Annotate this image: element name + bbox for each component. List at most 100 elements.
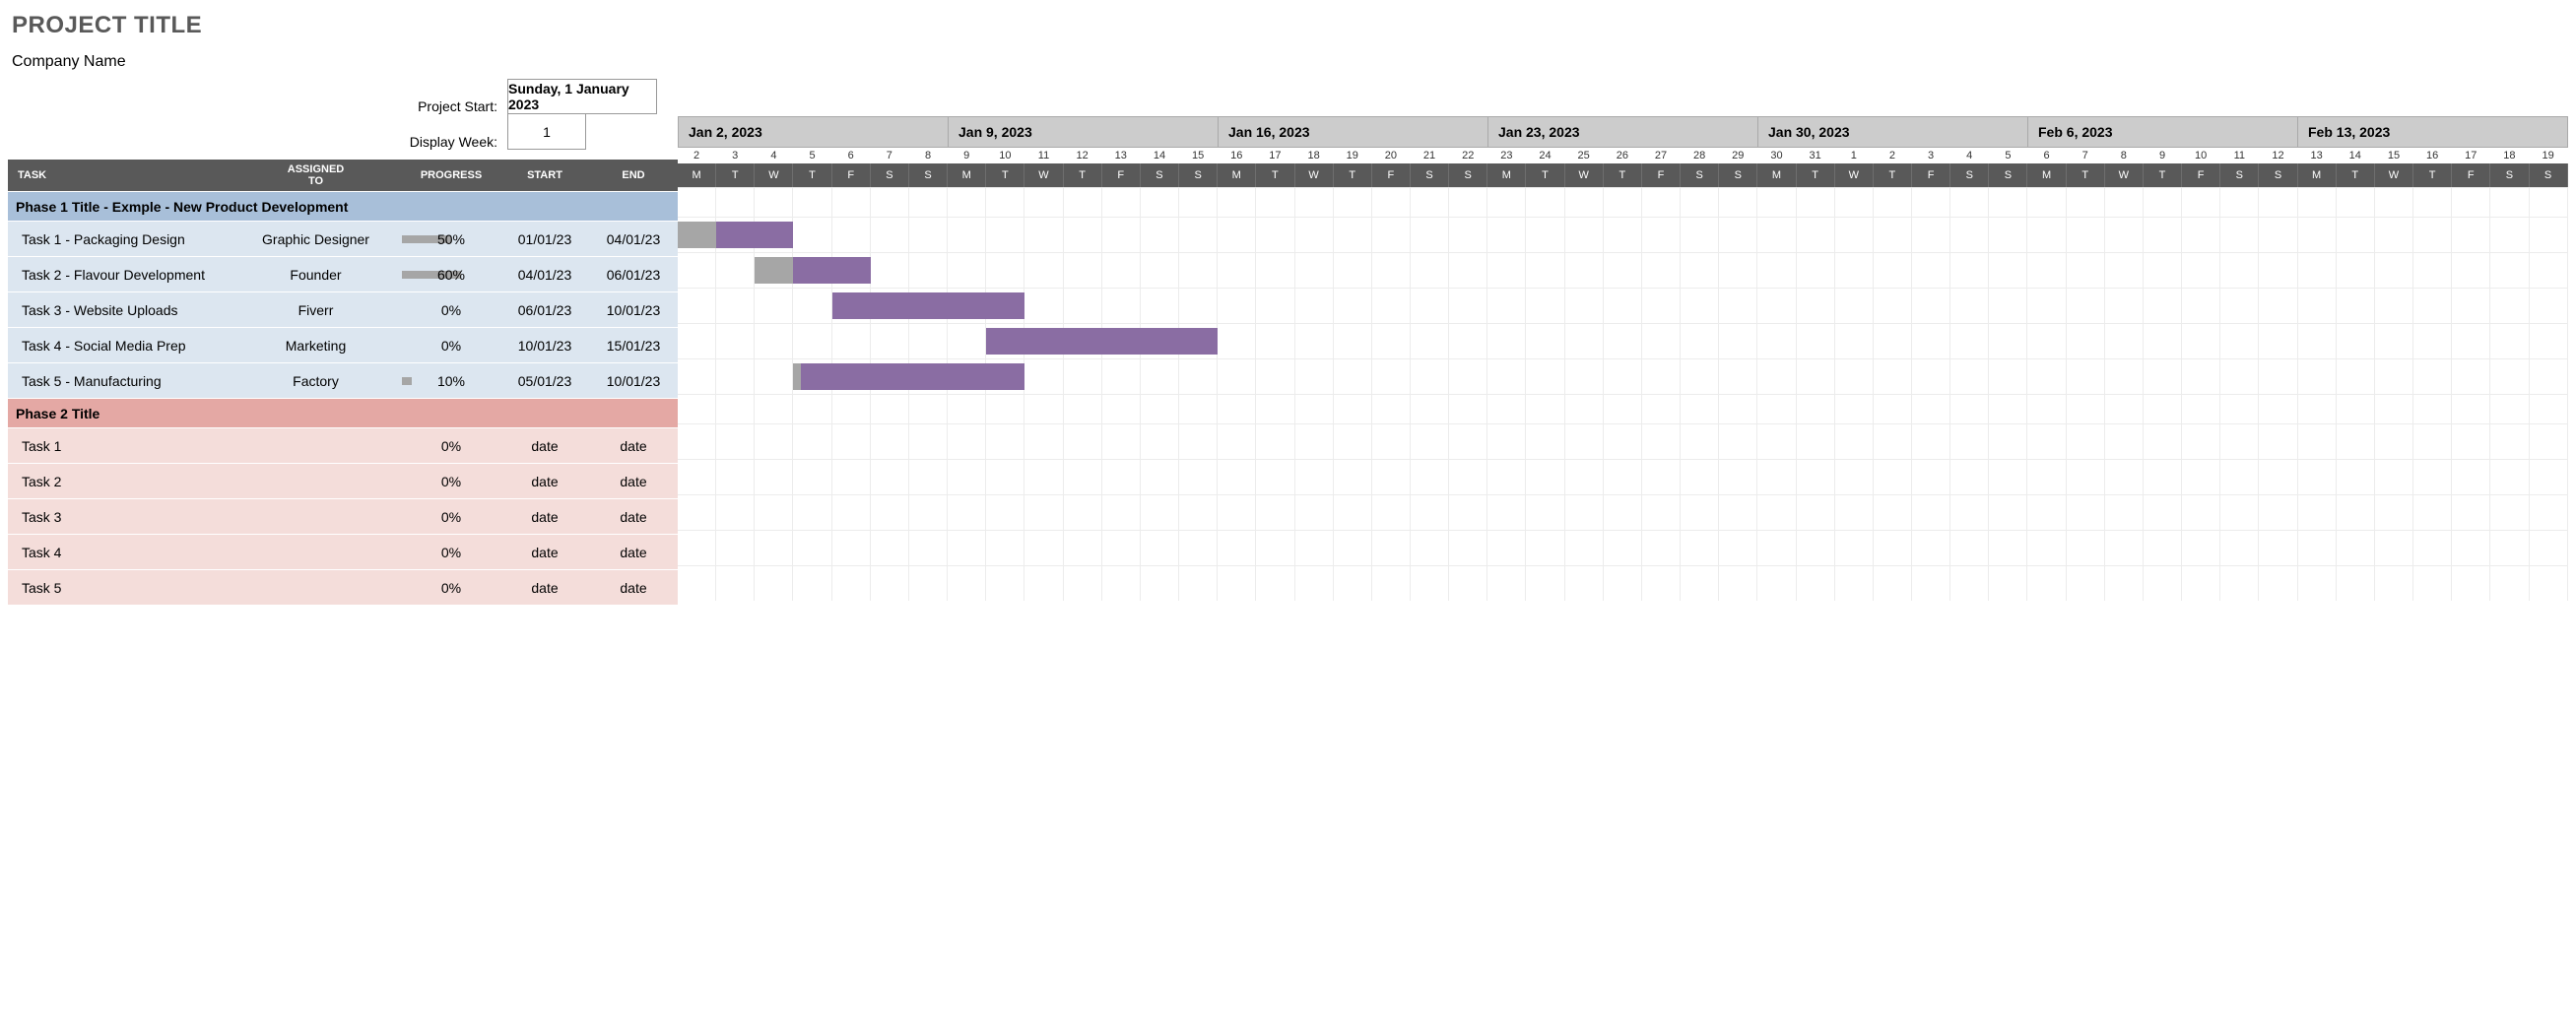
gantt-day-cell[interactable] xyxy=(1295,359,1334,394)
gantt-day-cell[interactable] xyxy=(755,566,793,601)
assigned-cell[interactable]: Graphic Designer xyxy=(230,231,402,247)
gantt-day-cell[interactable] xyxy=(909,218,948,252)
gantt-day-cell[interactable] xyxy=(2375,531,2413,565)
gantt-day-cell[interactable] xyxy=(1218,460,1256,494)
gantt-day-cell[interactable] xyxy=(2298,460,2337,494)
gantt-day-cell[interactable] xyxy=(1989,324,2027,358)
gantt-day-cell[interactable] xyxy=(716,253,755,288)
progress-cell[interactable]: 10% xyxy=(402,373,500,389)
gantt-day-cell[interactable] xyxy=(1797,531,1835,565)
gantt-day-cell[interactable] xyxy=(909,531,948,565)
gantt-day-cell[interactable] xyxy=(1141,359,1179,394)
task-row[interactable]: Task 4 - Social Media PrepMarketing0%10/… xyxy=(8,327,678,362)
gantt-day-cell[interactable] xyxy=(2375,495,2413,530)
gantt-day-cell[interactable] xyxy=(1334,460,1372,494)
gantt-day-cell[interactable] xyxy=(1835,324,1874,358)
gantt-day-cell[interactable] xyxy=(1604,218,1642,252)
gantt-day-cell[interactable] xyxy=(1989,188,2027,217)
gantt-day-cell[interactable] xyxy=(1372,495,1411,530)
gantt-day-cell[interactable] xyxy=(755,395,793,423)
gantt-bar[interactable] xyxy=(793,363,1024,390)
gantt-day-cell[interactable] xyxy=(1449,324,1487,358)
gantt-day-cell[interactable] xyxy=(2027,460,2066,494)
gantt-day-cell[interactable] xyxy=(2490,188,2529,217)
gantt-day-cell[interactable] xyxy=(986,395,1024,423)
gantt-row[interactable] xyxy=(678,288,2568,323)
gantt-day-cell[interactable] xyxy=(2144,324,2182,358)
column-header-task[interactable]: TASK xyxy=(8,169,230,181)
gantt-day-cell[interactable] xyxy=(2413,460,2452,494)
gantt-day-cell[interactable] xyxy=(1989,395,2027,423)
gantt-day-cell[interactable] xyxy=(2259,531,2297,565)
task-name-cell[interactable]: Task 2 - Flavour Development xyxy=(8,267,230,283)
gantt-day-cell[interactable] xyxy=(793,289,831,323)
gantt-day-cell[interactable] xyxy=(1256,359,1294,394)
gantt-day-cell[interactable] xyxy=(1757,289,1796,323)
gantt-day-cell[interactable] xyxy=(1642,188,1681,217)
gantt-day-cell[interactable] xyxy=(1912,424,1950,459)
gantt-day-cell[interactable] xyxy=(2067,188,2105,217)
gantt-day-cell[interactable] xyxy=(2144,289,2182,323)
task-name-cell[interactable]: Task 3 xyxy=(8,509,230,525)
gantt-day-cell[interactable] xyxy=(1912,218,1950,252)
gantt-day-cell[interactable] xyxy=(1719,359,1757,394)
gantt-day-cell[interactable] xyxy=(2259,460,2297,494)
gantt-day-cell[interactable] xyxy=(1295,495,1334,530)
gantt-day-cell[interactable] xyxy=(2144,531,2182,565)
gantt-day-cell[interactable] xyxy=(2452,253,2490,288)
gantt-day-cell[interactable] xyxy=(1449,188,1487,217)
gantt-day-cell[interactable] xyxy=(2298,566,2337,601)
gantt-day-cell[interactable] xyxy=(2490,359,2529,394)
gantt-day-cell[interactable] xyxy=(1218,324,1256,358)
end-cell[interactable]: 06/01/23 xyxy=(589,267,678,283)
gantt-day-cell[interactable] xyxy=(2027,188,2066,217)
gantt-day-cell[interactable] xyxy=(2220,395,2259,423)
gantt-day-cell[interactable] xyxy=(1950,253,1989,288)
gantt-day-cell[interactable] xyxy=(2375,218,2413,252)
gantt-day-cell[interactable] xyxy=(1797,324,1835,358)
gantt-day-cell[interactable] xyxy=(1141,253,1179,288)
gantt-day-cell[interactable] xyxy=(2337,218,2375,252)
gantt-day-cell[interactable] xyxy=(1334,395,1372,423)
gantt-day-cell[interactable] xyxy=(2182,424,2220,459)
gantt-day-cell[interactable] xyxy=(1141,395,1179,423)
gantt-day-cell[interactable] xyxy=(716,495,755,530)
gantt-day-cell[interactable] xyxy=(1604,495,1642,530)
gantt-day-cell[interactable] xyxy=(678,359,716,394)
gantt-day-cell[interactable] xyxy=(2413,495,2452,530)
gantt-day-cell[interactable] xyxy=(1642,253,1681,288)
gantt-day-cell[interactable] xyxy=(2490,531,2529,565)
gantt-bar[interactable] xyxy=(678,222,793,248)
gantt-day-cell[interactable] xyxy=(2530,424,2568,459)
gantt-day-cell[interactable] xyxy=(909,253,948,288)
gantt-day-cell[interactable] xyxy=(1179,460,1218,494)
gantt-day-cell[interactable] xyxy=(1102,253,1141,288)
gantt-day-cell[interactable] xyxy=(1064,495,1102,530)
gantt-day-cell[interactable] xyxy=(1757,218,1796,252)
gantt-day-cell[interactable] xyxy=(1334,218,1372,252)
gantt-day-cell[interactable] xyxy=(716,531,755,565)
gantt-day-cell[interactable] xyxy=(986,495,1024,530)
gantt-day-cell[interactable] xyxy=(2452,188,2490,217)
gantt-day-cell[interactable] xyxy=(948,218,986,252)
gantt-day-cell[interactable] xyxy=(1411,324,1449,358)
gantt-day-cell[interactable] xyxy=(1565,324,1604,358)
gantt-day-cell[interactable] xyxy=(1797,253,1835,288)
gantt-day-cell[interactable] xyxy=(2452,359,2490,394)
gantt-day-cell[interactable] xyxy=(1372,218,1411,252)
gantt-day-cell[interactable] xyxy=(1102,395,1141,423)
gantt-day-cell[interactable] xyxy=(1912,460,1950,494)
gantt-day-cell[interactable] xyxy=(871,253,909,288)
gantt-day-cell[interactable] xyxy=(1989,495,2027,530)
gantt-day-cell[interactable] xyxy=(2413,188,2452,217)
phase-header[interactable]: Phase 2 Title xyxy=(8,398,678,427)
gantt-day-cell[interactable] xyxy=(1912,566,1950,601)
gantt-day-cell[interactable] xyxy=(1797,395,1835,423)
gantt-day-cell[interactable] xyxy=(1642,289,1681,323)
gantt-day-cell[interactable] xyxy=(1102,424,1141,459)
gantt-day-cell[interactable] xyxy=(1372,395,1411,423)
gantt-day-cell[interactable] xyxy=(1372,531,1411,565)
task-row[interactable]: Task 5 - ManufacturingFactory10%05/01/23… xyxy=(8,362,678,398)
gantt-day-cell[interactable] xyxy=(1334,359,1372,394)
gantt-day-cell[interactable] xyxy=(1757,495,1796,530)
